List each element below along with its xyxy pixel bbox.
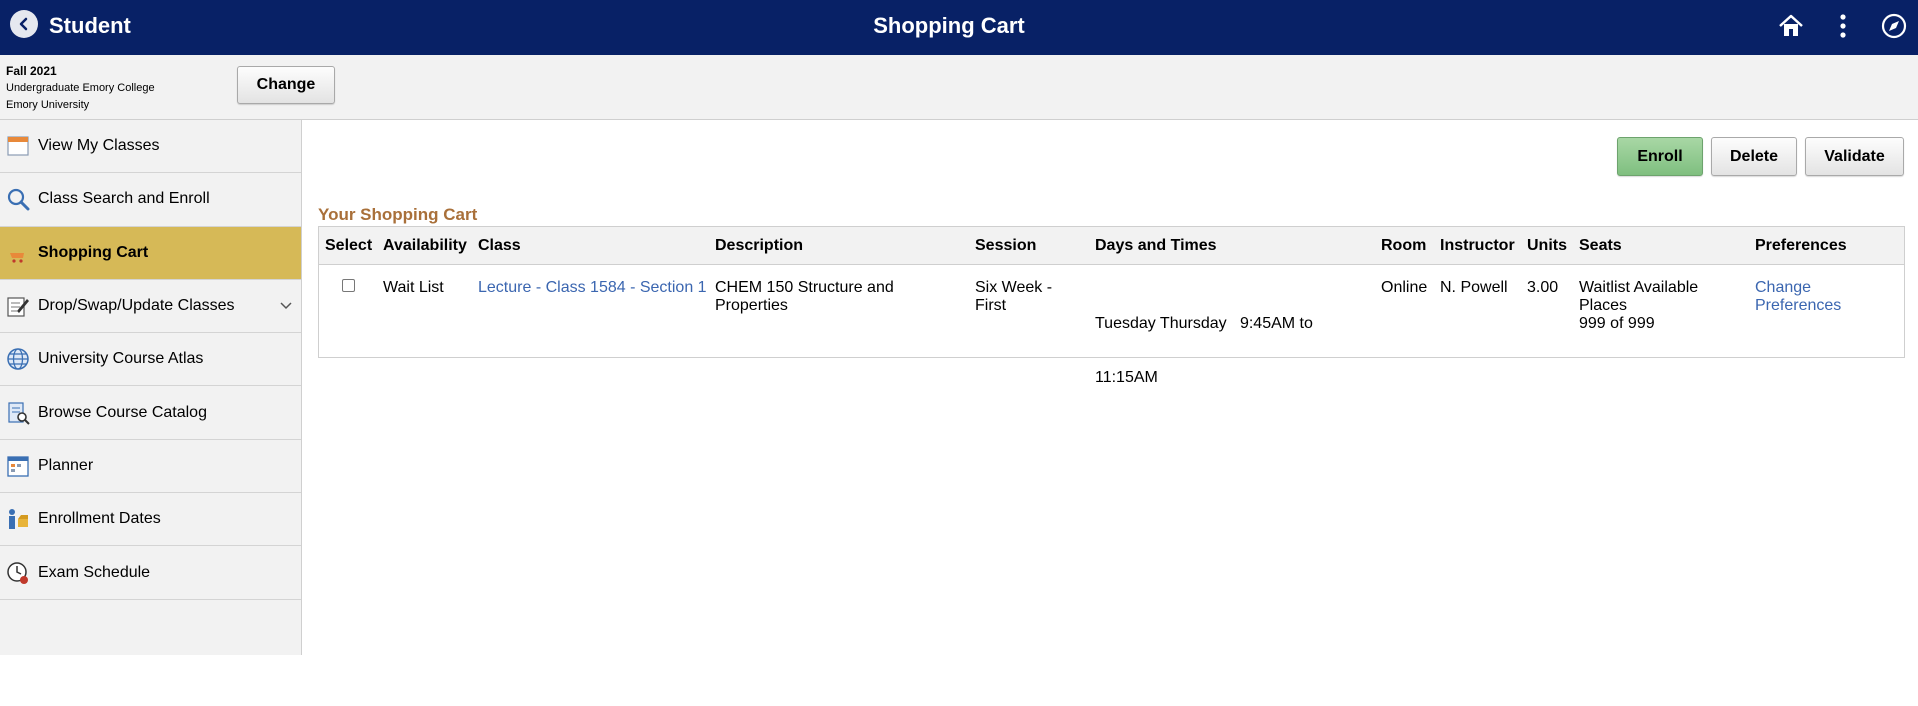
seats-line: Waitlist Available bbox=[1579, 279, 1699, 296]
seats-cell: Waitlist Available Places 999 of 999 bbox=[1579, 279, 1698, 333]
sidebar-item-class-search[interactable]: Class Search and Enroll bbox=[0, 173, 301, 227]
sidebar-item-label: View My Classes bbox=[38, 137, 160, 155]
top-bar: Student Shopping Cart bbox=[0, 0, 1918, 55]
days-times-line: 11:15AM bbox=[1095, 369, 1158, 386]
home-icon bbox=[1779, 14, 1803, 36]
sidebar-item-drop-swap-update[interactable]: Drop/Swap/Update Classes bbox=[0, 280, 301, 334]
description-line: Properties bbox=[715, 297, 788, 314]
enrollment-dates-icon bbox=[5, 506, 31, 532]
sidebar-item-exam-schedule[interactable]: Exam Schedule bbox=[0, 546, 301, 600]
sidebar-item-label: Shopping Cart bbox=[38, 243, 149, 261]
cart-title: Your Shopping Cart bbox=[318, 205, 478, 224]
instructor-cell: N. Powell bbox=[1440, 279, 1508, 296]
units-cell: 3.00 bbox=[1527, 279, 1559, 296]
shopping-cart-table: Select Availability Class Description Se… bbox=[318, 226, 1905, 386]
table-header: Select Availability Class Description Se… bbox=[319, 227, 1904, 265]
cart-icon bbox=[5, 240, 31, 266]
compass-icon bbox=[1881, 13, 1907, 39]
term-label: Fall 2021 bbox=[6, 64, 57, 78]
validate-button[interactable]: Validate bbox=[1805, 137, 1904, 176]
more-vertical-icon bbox=[1840, 14, 1846, 38]
more-button[interactable] bbox=[1828, 11, 1858, 41]
career-label: Undergraduate Emory College bbox=[6, 82, 155, 94]
column-header: Select bbox=[325, 237, 373, 254]
sidebar-item-label: University Course Atlas bbox=[38, 350, 204, 368]
seats-line: 999 of 999 bbox=[1579, 315, 1655, 332]
days-times-line: Tuesday Thursday 9:45AM to bbox=[1095, 315, 1313, 332]
page-title: Shopping Cart bbox=[873, 13, 1025, 38]
preferences-link-line: Change bbox=[1755, 279, 1812, 296]
sidebar-item-label: Drop/Swap/Update Classes bbox=[38, 297, 235, 315]
column-header: Class bbox=[478, 237, 521, 254]
class-link[interactable]: Lecture - Class 1584 - Section 1 bbox=[478, 279, 707, 296]
room-cell: Online bbox=[1381, 279, 1428, 296]
term-info: Fall 2021 Undergraduate Emory College Em… bbox=[6, 63, 155, 114]
sidebar: View My Classes Class Search and Enroll … bbox=[0, 120, 302, 655]
delete-button[interactable]: Delete bbox=[1711, 137, 1797, 176]
change-term-button[interactable]: Change bbox=[237, 66, 335, 104]
column-header: Instructor bbox=[1440, 237, 1515, 254]
column-header: Room bbox=[1381, 237, 1427, 254]
term-context-bar: Fall 2021 Undergraduate Emory College Em… bbox=[0, 55, 1918, 120]
main-content: Enroll Delete Validate Your Shopping Car… bbox=[303, 120, 1918, 655]
sidebar-item-label: Browse Course Catalog bbox=[38, 403, 207, 421]
sidebar-item-course-atlas[interactable]: University Course Atlas bbox=[0, 333, 301, 387]
search-icon bbox=[5, 186, 31, 212]
chevron-down-icon[interactable] bbox=[279, 298, 293, 312]
clock-icon bbox=[5, 560, 31, 586]
sidebar-item-label: Class Search and Enroll bbox=[38, 190, 210, 208]
calendar-icon bbox=[5, 133, 31, 159]
description-cell: CHEM 150 Structure and Properties bbox=[715, 279, 894, 315]
sidebar-item-label: Exam Schedule bbox=[38, 563, 151, 581]
institution-label: Emory University bbox=[6, 99, 90, 111]
days-times-cell: Tuesday Thursday 9:45AM to 11:15AM bbox=[1095, 279, 1313, 423]
sidebar-item-enrollment-dates[interactable]: Enrollment Dates bbox=[0, 493, 301, 547]
session-line: Six Week - bbox=[975, 279, 1053, 296]
catalog-icon bbox=[5, 400, 31, 426]
home-button[interactable] bbox=[1776, 11, 1806, 41]
description-line: CHEM 150 Structure and bbox=[715, 279, 894, 296]
column-header: Units bbox=[1527, 237, 1567, 254]
column-header: Seats bbox=[1579, 237, 1622, 254]
preferences-link-line: Preferences bbox=[1755, 297, 1842, 314]
availability-cell: Wait List bbox=[383, 279, 444, 296]
column-header: Description bbox=[715, 237, 804, 254]
column-header: Days and Times bbox=[1095, 237, 1217, 254]
enroll-button[interactable]: Enroll bbox=[1617, 137, 1703, 176]
globe-icon bbox=[5, 346, 31, 372]
column-header: Session bbox=[975, 237, 1037, 254]
class-cell: Lecture - Class 1584 - Section 1 bbox=[478, 279, 707, 297]
change-preferences-link[interactable]: Change Preferences bbox=[1755, 279, 1841, 315]
sidebar-item-label: Planner bbox=[38, 456, 94, 474]
session-line: First bbox=[975, 297, 1007, 314]
preferences-cell: Change Preferences bbox=[1755, 279, 1841, 315]
seats-line: Places bbox=[1579, 297, 1628, 314]
column-header: Availability bbox=[383, 237, 467, 254]
select-checkbox[interactable] bbox=[342, 279, 355, 292]
sidebar-item-browse-catalog[interactable]: Browse Course Catalog bbox=[0, 386, 301, 440]
column-header: Preferences bbox=[1755, 237, 1847, 254]
sidebar-item-view-my-classes[interactable]: View My Classes bbox=[0, 120, 301, 174]
edit-icon bbox=[5, 293, 31, 319]
sidebar-item-planner[interactable]: Planner bbox=[0, 440, 301, 494]
sidebar-item-shopping-cart[interactable]: Shopping Cart bbox=[0, 226, 301, 280]
navbar-button[interactable] bbox=[1879, 11, 1909, 41]
planner-icon bbox=[5, 453, 31, 479]
sidebar-item-label: Enrollment Dates bbox=[38, 510, 161, 528]
session-cell: Six Week - First bbox=[975, 279, 1052, 315]
